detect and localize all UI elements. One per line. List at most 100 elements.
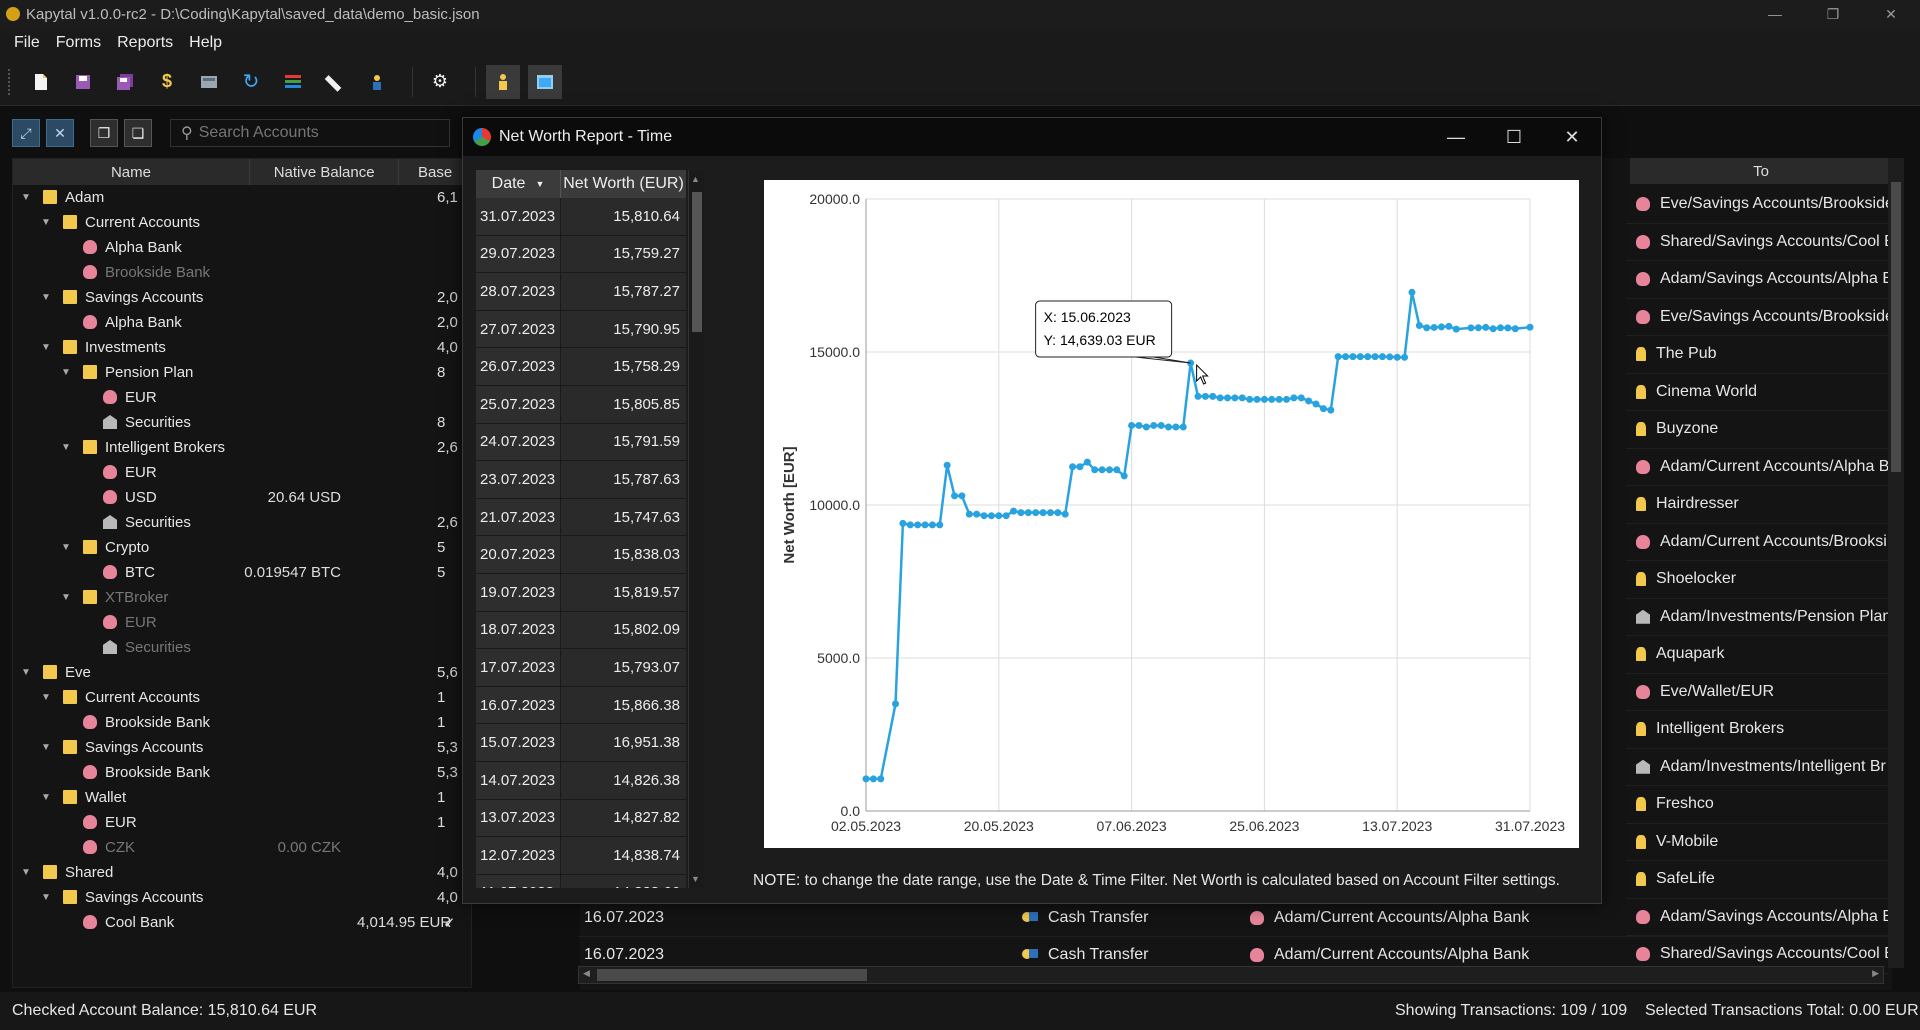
expand-arrow-icon[interactable]: ▼	[41, 292, 51, 303]
net-worth-chart-svg[interactable]: 0.0 5000.0 10000.0 15000.0 20000.0 02.05.2023…	[764, 180, 1579, 848]
transaction-to-cell[interactable]: Cinema World	[1626, 374, 1888, 411]
net-worth-row[interactable]: 15.07.2023 16,951.38	[476, 724, 686, 762]
account-tree-row[interactable]: Brookside Bank 5,3	[13, 760, 471, 785]
transaction-to-cell[interactable]: Shoelocker	[1626, 561, 1888, 599]
account-tree-row[interactable]: ▼ Savings Accounts 5,3	[13, 735, 471, 760]
net-worth-row[interactable]: 20.07.2023 15,838.03	[476, 536, 686, 574]
collapse-all-button[interactable]: ✕	[46, 119, 74, 147]
currency-button[interactable]: $	[150, 65, 184, 99]
account-tree-row[interactable]: EUR 1	[13, 810, 471, 835]
net-worth-chart[interactable]: 0.0 5000.0 10000.0 15000.0 20000.0 02.05.2023…	[764, 180, 1579, 848]
menu-file[interactable]: File	[6, 34, 48, 52]
net-worth-scroll-thumb[interactable]	[692, 192, 702, 332]
net-worth-row[interactable]: 31.07.2023 15,810.64	[476, 198, 686, 236]
net-worth-row[interactable]: 28.07.2023 15,787.27	[476, 273, 686, 311]
account-tree-row[interactable]: ▼ Current Accounts 1	[13, 685, 471, 710]
transaction-to-cell[interactable]: Adam/Investments/Pension Plan,	[1626, 599, 1888, 636]
scroll-left-icon[interactable]: ◀	[583, 968, 590, 979]
transaction-row[interactable]: 16.07.2023 Cash Transfer Adam/Current Acco…	[578, 900, 1888, 937]
new-file-button[interactable]	[24, 65, 58, 99]
import-button[interactable]	[192, 65, 226, 99]
expand-arrow-icon[interactable]: ▼	[21, 667, 31, 678]
vertical-scrollbar[interactable]	[1888, 158, 1904, 968]
menu-help[interactable]: Help	[181, 34, 230, 52]
net-worth-row[interactable]: 25.07.2023 15,805.85	[476, 385, 686, 424]
transaction-to-cell[interactable]: Adam/Current Accounts/Alpha B	[1626, 449, 1888, 486]
net-worth-row[interactable]: 14.07.2023 14,826.38	[476, 761, 686, 800]
search-accounts-input[interactable]	[198, 124, 439, 142]
scroll-right-icon[interactable]: ▶	[1872, 968, 1879, 979]
net-worth-table-scrollbar[interactable]: ▲ ▼	[688, 170, 704, 888]
transaction-to-cell[interactable]: The Pub	[1626, 336, 1888, 374]
account-tree-row[interactable]: ▼ Shared 4,0	[13, 860, 471, 885]
transaction-to-cell[interactable]: Adam/Investments/Intelligent Br	[1626, 749, 1888, 786]
account-tree-row[interactable]: USD 20.64 USD	[13, 485, 471, 510]
account-tree-toggle[interactable]	[486, 64, 520, 99]
account-tree-row[interactable]: ▼ Crypto 5	[13, 535, 471, 560]
expand-arrow-icon[interactable]: ▼	[41, 742, 51, 753]
net-worth-row[interactable]: 27.07.2023 15,790.95	[476, 310, 686, 349]
column-net-worth[interactable]: Net Worth (EUR)	[561, 175, 686, 193]
account-tree-row[interactable]: Brookside Bank	[13, 260, 471, 285]
account-tree-row[interactable]: Cool Bank 4,014.95 EUR ✓	[13, 910, 471, 935]
column-native-balance[interactable]: Native Balance	[250, 159, 400, 185]
column-date[interactable]: Date ▼	[476, 170, 561, 198]
transaction-to-cell[interactable]: Aquapark	[1626, 636, 1888, 674]
account-tree-row[interactable]: Alpha Bank	[13, 235, 471, 260]
transaction-to-cell[interactable]: Intelligent Brokers	[1626, 711, 1888, 749]
menu-forms[interactable]: Forms	[48, 34, 109, 52]
categories-button[interactable]	[276, 65, 310, 99]
transactions-toggle[interactable]	[528, 64, 562, 99]
account-tree-row[interactable]: ▼ Intelligent Brokers 2,6	[13, 435, 471, 460]
transaction-to-cell[interactable]: Eve/Savings Accounts/Brookside	[1626, 186, 1888, 224]
net-worth-row[interactable]: 21.07.2023 15,747.63	[476, 498, 686, 537]
net-worth-row[interactable]: 13.07.2023 14,827.82	[476, 799, 686, 838]
account-tree-row[interactable]: ▼ Pension Plan 8	[13, 360, 471, 385]
transaction-to-cell[interactable]: Eve/Savings Accounts/Brookside	[1626, 299, 1888, 336]
net-worth-row[interactable]: 11.07.202314,828.66	[476, 874, 686, 888]
transaction-to-cell[interactable]: Eve/Wallet/EUR	[1626, 674, 1888, 711]
uncheck-all-button[interactable]: ❏	[124, 119, 152, 147]
refresh-button[interactable]: ↻	[234, 65, 268, 99]
tags-button[interactable]: ▬	[318, 65, 352, 99]
expand-arrow-icon[interactable]: ▼	[21, 867, 31, 878]
column-base-balance[interactable]: Base	[399, 159, 471, 185]
account-tree-row[interactable]: ▼ XTBroker	[13, 585, 471, 610]
transaction-to-cell[interactable]: Freshco	[1626, 786, 1888, 824]
menu-reports[interactable]: Reports	[109, 34, 181, 52]
account-tree-row[interactable]: ▼ Investments 4,0	[13, 335, 471, 360]
expand-arrow-icon[interactable]: ▼	[41, 217, 51, 228]
account-tree-row[interactable]: Alpha Bank 2,0	[13, 310, 471, 335]
expand-arrow-icon[interactable]: ▼	[61, 367, 71, 378]
transaction-to-cell[interactable]: Adam/Savings Accounts/Alpha B	[1626, 261, 1888, 299]
account-tree-row[interactable]: BTC 0.019547 BTC 5	[13, 560, 471, 585]
net-worth-row[interactable]: 17.07.2023 15,793.07	[476, 649, 686, 687]
account-tree-row[interactable]: CZK 0.00 CZK	[13, 835, 471, 860]
account-tree-row[interactable]: Brookside Bank 1	[13, 710, 471, 735]
account-tree-row[interactable]: ▼ Savings Accounts 4,0	[13, 885, 471, 910]
net-worth-row[interactable]: 18.07.2023 15,802.09	[476, 611, 686, 650]
horizontal-scrollbar[interactable]: ◀ ▶	[578, 966, 1884, 984]
net-worth-row[interactable]: 29.07.2023 15,759.27	[476, 235, 686, 274]
transaction-to-cell[interactable]: SafeLife	[1626, 861, 1888, 899]
expand-all-button[interactable]: ⤢	[12, 119, 40, 147]
dialog-minimize-button[interactable]: —	[1427, 118, 1485, 156]
net-worth-row[interactable]: 19.07.2023 15,819.57	[476, 573, 686, 612]
dialog-maximize-button[interactable]: ☐	[1485, 118, 1543, 156]
window-maximize-button[interactable]: ❐	[1804, 0, 1862, 28]
account-tree-row[interactable]: ▼ Adam 6,1	[13, 185, 471, 210]
account-tree-row[interactable]: Securities	[13, 635, 471, 660]
account-tree-row[interactable]: ▼ Current Accounts	[13, 210, 471, 235]
transaction-to-cell[interactable]: Buyzone	[1626, 411, 1888, 449]
column-to[interactable]: To	[1630, 158, 1892, 184]
expand-arrow-icon[interactable]: ▼	[41, 792, 51, 803]
toolbar-grip[interactable]	[8, 68, 12, 95]
net-worth-row[interactable]: 26.07.2023 15,758.29	[476, 348, 686, 386]
dialog-close-button[interactable]: ✕	[1543, 118, 1601, 156]
save-button[interactable]	[66, 65, 100, 99]
transaction-to-cell[interactable]: V-Mobile	[1626, 824, 1888, 861]
transaction-to-cell[interactable]: Adam/Current Accounts/Brooksi	[1626, 524, 1888, 561]
account-tree-row[interactable]: Securities 8	[13, 410, 471, 435]
expand-arrow-icon[interactable]: ▼	[41, 892, 51, 903]
window-minimize-button[interactable]: —	[1746, 0, 1804, 28]
